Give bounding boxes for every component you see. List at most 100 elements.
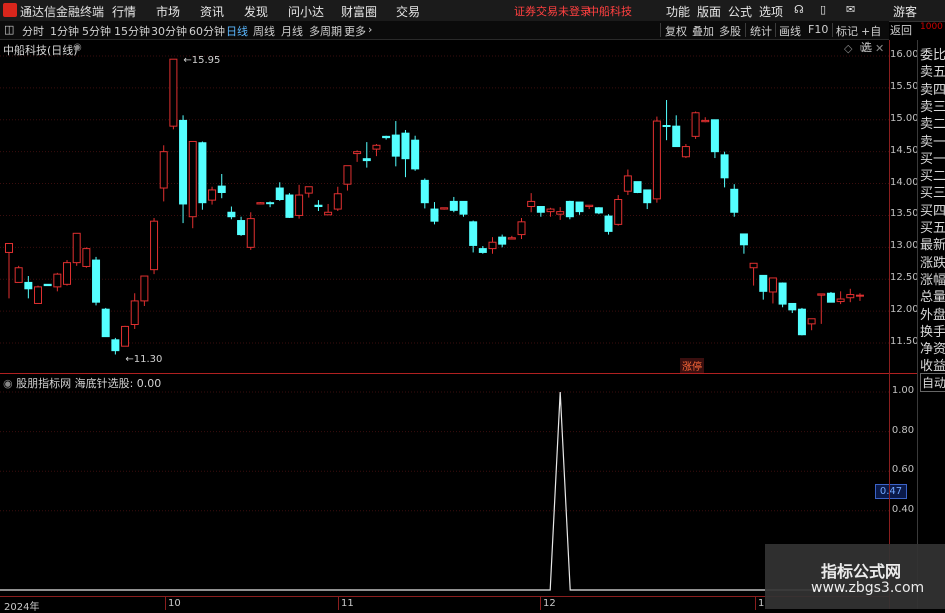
candle-body[interactable] bbox=[556, 211, 565, 215]
candle-body[interactable] bbox=[701, 119, 710, 123]
candle-body[interactable] bbox=[855, 294, 864, 297]
side-panel-item[interactable]: 涨幅 bbox=[920, 269, 945, 288]
btn-tongji[interactable]: 统计 bbox=[750, 23, 772, 39]
candle-body[interactable] bbox=[266, 202, 275, 205]
candle-body[interactable] bbox=[208, 189, 217, 201]
candle-body[interactable] bbox=[449, 200, 458, 211]
candle-body[interactable] bbox=[188, 140, 197, 218]
candle-body[interactable] bbox=[546, 208, 555, 213]
candle-body[interactable] bbox=[121, 325, 130, 347]
period-more[interactable]: 更多 bbox=[344, 23, 366, 39]
menu-zixun[interactable]: 资讯 bbox=[200, 3, 224, 20]
candle-body[interactable] bbox=[53, 273, 62, 288]
candle-body[interactable] bbox=[604, 215, 613, 232]
period-30min[interactable]: 30分钟 bbox=[151, 23, 187, 39]
candle-body[interactable] bbox=[788, 302, 797, 311]
side-panel-item[interactable]: 换手 bbox=[920, 321, 945, 340]
candle-body[interactable] bbox=[372, 144, 381, 150]
candle-body[interactable] bbox=[807, 318, 816, 325]
side-panel-item[interactable]: 总量 bbox=[920, 286, 945, 305]
candle-body[interactable] bbox=[430, 208, 439, 222]
side-panel-item[interactable]: 外盘 bbox=[920, 304, 945, 323]
candle-body[interactable] bbox=[179, 119, 188, 205]
candle-body[interactable] bbox=[643, 189, 652, 204]
candle-body[interactable] bbox=[730, 188, 739, 213]
candle-body[interactable] bbox=[5, 243, 13, 253]
period-fenshi[interactable]: 分时 bbox=[22, 23, 44, 39]
candle-body[interactable] bbox=[362, 158, 371, 162]
candle-body[interactable] bbox=[324, 211, 333, 216]
candle-body[interactable] bbox=[710, 119, 719, 153]
trade-login-warning[interactable]: 证券交易未登录 bbox=[514, 3, 591, 19]
candle-body[interactable] bbox=[691, 112, 700, 137]
candle-body[interactable] bbox=[169, 58, 178, 127]
btn-diejia[interactable]: 叠加 bbox=[692, 23, 714, 39]
candle-body[interactable] bbox=[846, 294, 855, 299]
candle-body[interactable] bbox=[159, 151, 168, 189]
candle-body[interactable] bbox=[633, 181, 642, 193]
side-panel-item[interactable]: 卖三 bbox=[920, 96, 945, 115]
candle-body[interactable] bbox=[285, 194, 294, 218]
candle-body[interactable] bbox=[34, 286, 43, 304]
candle-body[interactable] bbox=[92, 259, 101, 303]
side-panel-item[interactable]: 最新 bbox=[920, 234, 945, 253]
btn-f10[interactable]: F10 bbox=[808, 23, 828, 36]
candle-body[interactable] bbox=[469, 221, 478, 246]
candle-body[interactable] bbox=[353, 151, 362, 155]
period-multi[interactable]: 多周期 bbox=[309, 23, 342, 39]
candle-body[interactable] bbox=[478, 248, 487, 253]
candle-body[interactable] bbox=[720, 154, 729, 179]
candle-body[interactable] bbox=[237, 220, 246, 236]
candle-body[interactable] bbox=[14, 267, 23, 283]
candle-body[interactable] bbox=[614, 199, 623, 225]
side-panel-item[interactable]: 买三 bbox=[920, 182, 945, 201]
candle-body[interactable] bbox=[585, 204, 594, 208]
candle-body[interactable] bbox=[304, 186, 313, 194]
candle-body[interactable] bbox=[227, 211, 236, 218]
candle-body[interactable] bbox=[739, 233, 748, 246]
menu-wenxiaoda[interactable]: 问小达 bbox=[288, 3, 324, 20]
candle-body[interactable] bbox=[246, 218, 255, 248]
candle-body[interactable] bbox=[527, 200, 536, 208]
menu-hangqing[interactable]: 行情 bbox=[112, 3, 136, 20]
side-panel-item[interactable]: 净资 bbox=[920, 338, 945, 357]
side-panel-item[interactable]: 涨跌 bbox=[920, 252, 945, 271]
candle-body[interactable] bbox=[256, 202, 265, 205]
side-panel-item[interactable]: 买一 bbox=[920, 148, 945, 167]
candle-body[interactable] bbox=[130, 300, 139, 326]
candle-body[interactable] bbox=[459, 200, 468, 215]
candle-body[interactable] bbox=[382, 135, 391, 139]
candle-body[interactable] bbox=[101, 308, 110, 338]
guest-label[interactable]: 游客 bbox=[893, 3, 917, 20]
btn-huaxian[interactable]: 画线 bbox=[779, 23, 801, 39]
side-panel-item[interactable]: 买二 bbox=[920, 165, 945, 184]
candle-body[interactable] bbox=[672, 125, 681, 148]
period-1min[interactable]: 1分钟 bbox=[50, 23, 79, 39]
menu-xuanxiang[interactable]: 选项 bbox=[759, 3, 783, 20]
candle-body[interactable] bbox=[111, 339, 120, 352]
side-panel-item[interactable]: 卖四 bbox=[920, 79, 945, 98]
candle-body[interactable] bbox=[411, 139, 420, 170]
candle-body[interactable] bbox=[440, 207, 449, 210]
btn-fuquan[interactable]: 复权 bbox=[665, 23, 687, 39]
candle-body[interactable] bbox=[778, 282, 787, 305]
candle-body[interactable] bbox=[333, 193, 342, 210]
candle-body[interactable] bbox=[217, 185, 226, 193]
candle-body[interactable] bbox=[536, 206, 545, 213]
candle-body[interactable] bbox=[43, 283, 52, 287]
side-panel-item[interactable]: 自动 bbox=[920, 372, 945, 392]
menu-gongshi[interactable]: 公式 bbox=[728, 3, 752, 20]
candle-body[interactable] bbox=[488, 241, 497, 250]
candle-body[interactable] bbox=[623, 175, 632, 192]
candle-body[interactable] bbox=[391, 134, 400, 157]
menu-faxian[interactable]: 发现 bbox=[244, 3, 268, 20]
side-panel-item[interactable]: 买四 bbox=[920, 200, 945, 219]
candle-body[interactable] bbox=[662, 125, 671, 128]
candle-body[interactable] bbox=[401, 132, 410, 160]
headset-icon[interactable]: ☊ bbox=[794, 3, 804, 16]
candle-body[interactable] bbox=[420, 179, 429, 204]
btn-back[interactable]: 返回 bbox=[890, 22, 912, 38]
candle-body[interactable] bbox=[275, 187, 284, 201]
btn-duogu[interactable]: 多股 bbox=[719, 23, 741, 39]
period-15min[interactable]: 15分钟 bbox=[114, 23, 150, 39]
